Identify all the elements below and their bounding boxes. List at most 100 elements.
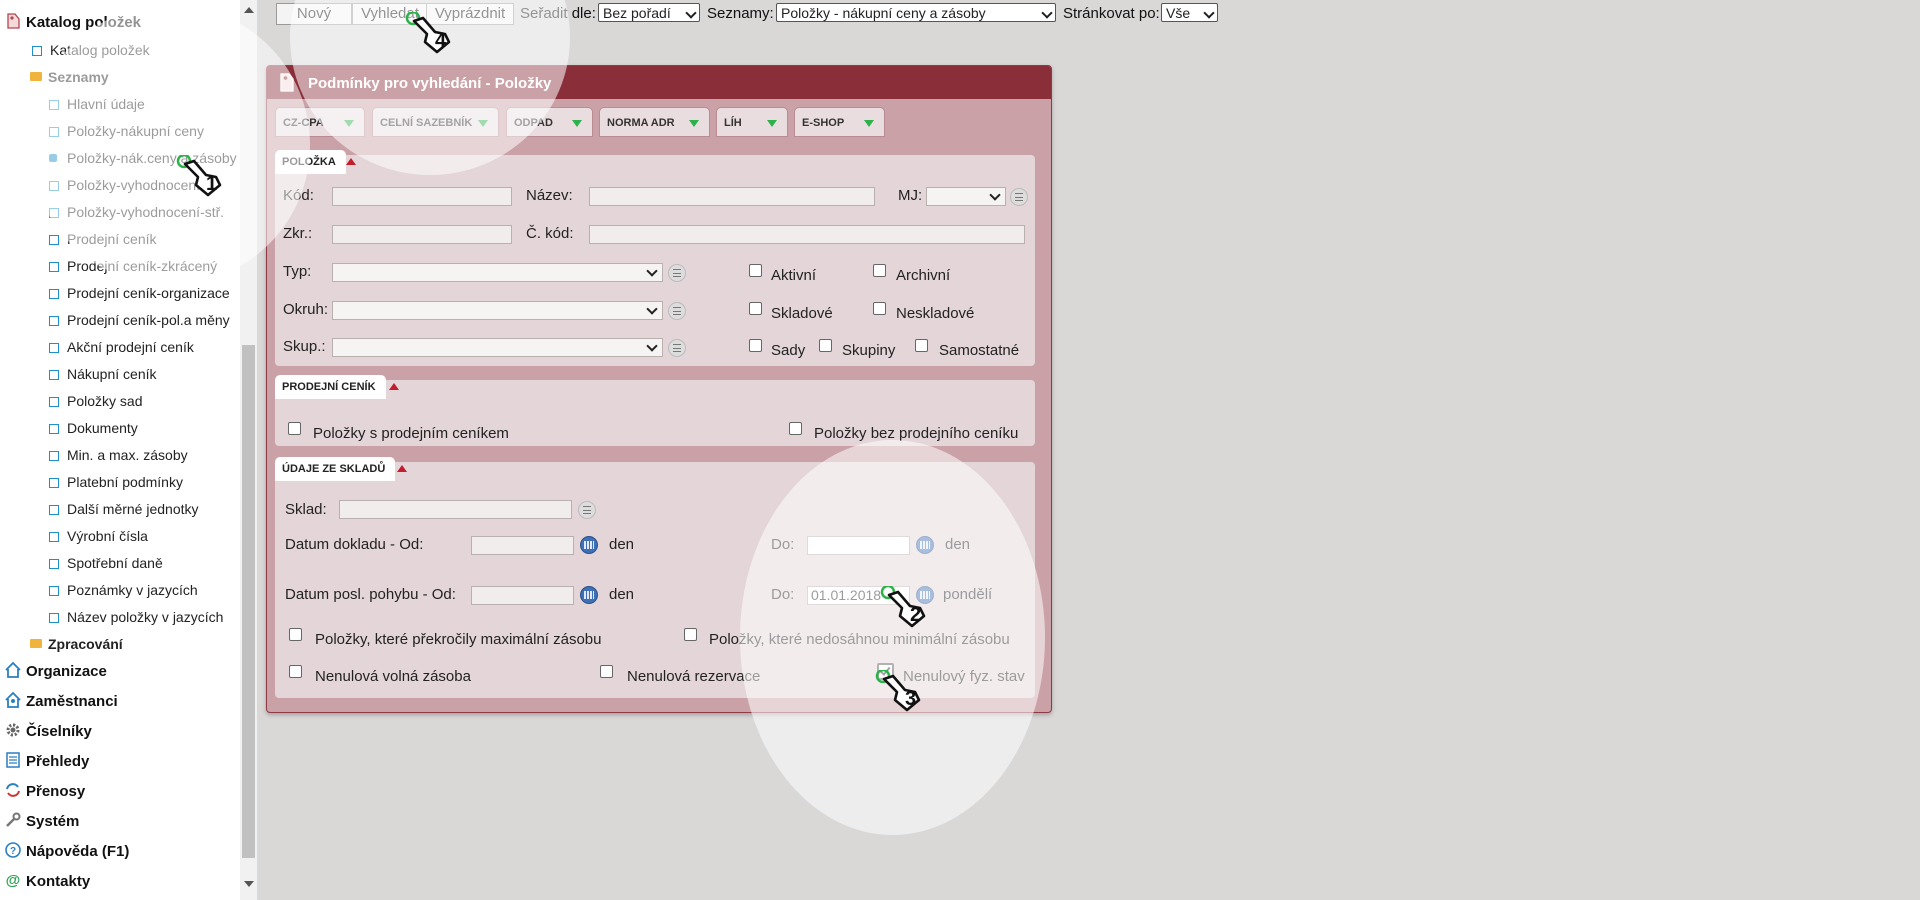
module-item[interactable]: Číselníky xyxy=(4,721,92,740)
tab-odpad[interactable]: ODPAD xyxy=(506,107,593,137)
bullet-square-icon xyxy=(49,154,57,162)
tab-celni-sazebnik[interactable]: CELNÍ SAZEBNÍK xyxy=(372,107,499,137)
below-min-checkbox[interactable] xyxy=(684,628,697,641)
exceeded-max-label: Položky, které překročily maximální záso… xyxy=(315,631,602,648)
item-section-title[interactable]: POLOŽKA xyxy=(275,150,356,174)
archive-checkbox[interactable] xyxy=(873,264,886,277)
code-input[interactable] xyxy=(332,187,512,206)
group-list-icon[interactable] xyxy=(668,339,686,357)
bullet-square-icon xyxy=(49,208,59,218)
type-select[interactable] xyxy=(332,263,663,282)
catalog-root[interactable]: Katalog položek xyxy=(4,12,141,31)
name-input[interactable] xyxy=(589,187,875,206)
bullet-square-icon xyxy=(32,46,42,56)
tutorial-hand-pointer: 1 xyxy=(176,153,236,209)
active-checkbox[interactable] xyxy=(749,264,762,277)
step-number: 4 xyxy=(435,30,447,52)
tab-norma-adr[interactable]: NORMA ADR xyxy=(599,107,710,137)
tab-label: NORMA ADR xyxy=(607,117,675,129)
module-item[interactable]: Zaměstnanci xyxy=(4,691,118,710)
group-select[interactable] xyxy=(332,338,663,357)
calendar-icon[interactable] xyxy=(580,536,598,554)
step-number: 1 xyxy=(206,173,218,195)
bullet-square-icon xyxy=(49,100,59,110)
with-price-list-checkbox[interactable] xyxy=(288,422,301,435)
chevron-down-icon xyxy=(989,189,1001,201)
tab-lih[interactable]: LÍH xyxy=(716,107,788,137)
price-section-title[interactable]: PRODEJNÍ CENÍK xyxy=(275,375,399,399)
module-label: Číselníky xyxy=(26,723,92,740)
scroll-up-arrow-icon[interactable] xyxy=(244,7,254,13)
section-title-text: PRODEJNÍ CENÍK xyxy=(282,381,376,393)
type-list-icon[interactable] xyxy=(668,264,686,282)
calendar-icon[interactable] xyxy=(580,586,598,604)
lists-select[interactable]: Položky - nákupní ceny a zásoby xyxy=(776,3,1056,22)
stock-checkbox[interactable] xyxy=(749,302,762,315)
doc-date-to-input[interactable] xyxy=(807,536,910,555)
with-price-list-label: Položky s prodejním ceníkem xyxy=(313,425,509,442)
nonzero-free-checkbox[interactable] xyxy=(289,665,302,678)
module-label: Systém xyxy=(26,813,80,830)
dialog-title: Podmínky pro vyhledání - Položky xyxy=(308,75,552,92)
sidebar-item-label: Hlavní údaje xyxy=(67,96,145,112)
archive-label: Archivní xyxy=(896,267,951,284)
warehouse-list-icon[interactable] xyxy=(578,501,596,519)
unit-label: MJ: xyxy=(898,187,923,204)
nonstock-checkbox[interactable] xyxy=(873,302,886,315)
module-item[interactable]: Systém xyxy=(4,811,79,830)
gear-icon xyxy=(6,723,20,737)
tab-label: E-SHOP xyxy=(802,117,845,129)
scope-select[interactable] xyxy=(332,301,663,320)
module-item[interactable]: @ Kontakty xyxy=(4,871,91,890)
warehouse-input[interactable] xyxy=(339,500,572,519)
sidebar-item-label: Výrobní čísla xyxy=(67,528,148,544)
module-item[interactable]: Organizace xyxy=(4,661,107,680)
warehouse-section-title[interactable]: ÚDAJE ZE SKLADŮ xyxy=(275,457,407,481)
module-item[interactable]: Přehledy xyxy=(4,751,89,770)
folder-icon xyxy=(30,639,42,648)
sets-checkbox[interactable] xyxy=(749,339,762,352)
scope-list-icon[interactable] xyxy=(668,302,686,320)
scrollbar-thumb[interactable] xyxy=(242,345,255,858)
new-button[interactable]: Nový xyxy=(276,3,352,25)
sidebar-item-label: Prodejní ceník-zkrácený xyxy=(67,258,218,274)
sort-select[interactable]: Bez pořadí xyxy=(598,3,700,22)
last-move-from-input[interactable] xyxy=(471,586,574,605)
doc-date-from-input[interactable] xyxy=(471,536,574,555)
paging-select[interactable]: Vše xyxy=(1161,3,1218,22)
calendar-icon[interactable] xyxy=(916,536,934,554)
without-price-list-checkbox[interactable] xyxy=(789,422,802,435)
module-label: Nápověda (F1) xyxy=(26,843,130,860)
abbr-input[interactable] xyxy=(332,225,512,244)
bullet-square-icon xyxy=(49,343,59,353)
tab-label: CELNÍ SAZEBNÍK xyxy=(380,117,473,129)
bullet-square-icon xyxy=(49,559,59,569)
sets-label: Sady xyxy=(771,342,806,359)
svg-text:?: ? xyxy=(10,846,16,857)
exceeded-max-checkbox[interactable] xyxy=(289,628,302,641)
unit-list-icon[interactable] xyxy=(1010,188,1028,206)
doc-date-to-unit: den xyxy=(945,536,971,553)
ccode-input[interactable] xyxy=(589,225,1025,244)
nonzero-reservation-checkbox[interactable] xyxy=(600,665,613,678)
sync-icon xyxy=(6,783,20,797)
price-list-section: PRODEJNÍ CENÍK Položky s prodejním ceník… xyxy=(275,375,1035,446)
collapse-up-icon xyxy=(397,465,407,472)
tab-cz-cpa[interactable]: CZ-CPA xyxy=(275,107,365,137)
unit-select[interactable] xyxy=(926,187,1006,206)
module-item[interactable]: ? Nápověda (F1) xyxy=(4,841,129,860)
groups-checkbox[interactable] xyxy=(819,339,832,352)
tab-e-shop[interactable]: E-SHOP xyxy=(794,107,885,137)
module-item[interactable]: Přenosy xyxy=(4,781,85,800)
sidebar-scrollbar[interactable] xyxy=(240,0,257,900)
scroll-down-arrow-icon[interactable] xyxy=(244,881,254,887)
doc-date-to-label: Do: xyxy=(771,536,795,553)
chevron-down-icon xyxy=(646,265,658,277)
bullet-square-icon xyxy=(49,505,59,515)
module-label: Přenosy xyxy=(26,783,86,800)
ccode-label: Č. kód: xyxy=(526,225,574,242)
sidebar-item-label: Název položky v jazycích xyxy=(67,609,224,625)
standalone-checkbox[interactable] xyxy=(915,339,928,352)
without-price-list-label: Položky bez prodejního ceníku xyxy=(814,425,1019,442)
bullet-square-icon xyxy=(49,127,59,137)
